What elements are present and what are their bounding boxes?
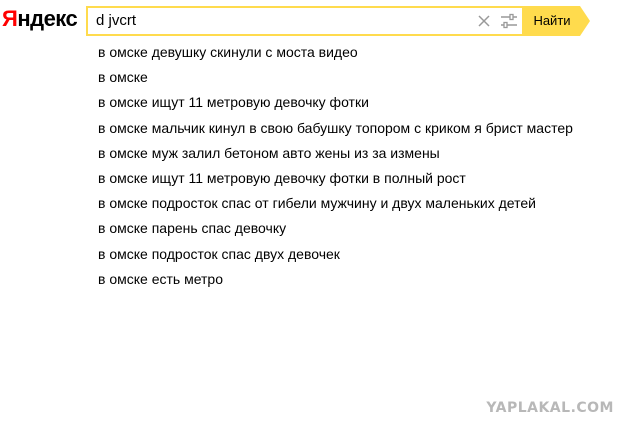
logo-first-letter: Я	[2, 6, 18, 31]
sliders-icon[interactable]	[500, 13, 518, 29]
suggestion-item[interactable]: в омске подросток спас двух девочек	[88, 242, 598, 267]
suggestion-item[interactable]: в омске есть метро	[88, 267, 598, 292]
search-box	[86, 6, 524, 36]
search-input[interactable]	[96, 8, 456, 34]
suggestions-list: в омске девушку скинули с моста видео в …	[88, 40, 598, 292]
suggestion-item[interactable]: в омске ищут 11 метровую девочку фотки	[88, 90, 598, 115]
find-button-label: Найти	[533, 13, 571, 28]
suggestion-item[interactable]: в омске	[88, 65, 598, 90]
suggestion-item[interactable]: в омске мальчик кинул в свою бабушку топ…	[88, 116, 598, 141]
suggestion-item[interactable]: в омске подросток спас от гибели мужчину…	[88, 191, 598, 216]
suggestion-item[interactable]: в омске девушку скинули с моста видео	[88, 40, 598, 65]
suggestion-item[interactable]: в омске парень спас девочку	[88, 216, 598, 241]
find-button[interactable]: Найти	[522, 6, 590, 36]
yandex-search-page: Яндекс Найти в омске девушку скинули с м…	[0, 0, 640, 438]
yandex-logo[interactable]: Яндекс	[2, 6, 78, 32]
close-icon[interactable]	[476, 13, 492, 29]
suggestion-item[interactable]: в омске ищут 11 метровую девочку фотки в…	[88, 166, 598, 191]
watermark: YAPLAKAL.COM	[486, 400, 614, 416]
logo-rest: ндекс	[17, 6, 78, 31]
suggestion-item[interactable]: в омске муж залил бетоном авто жены из з…	[88, 141, 598, 166]
